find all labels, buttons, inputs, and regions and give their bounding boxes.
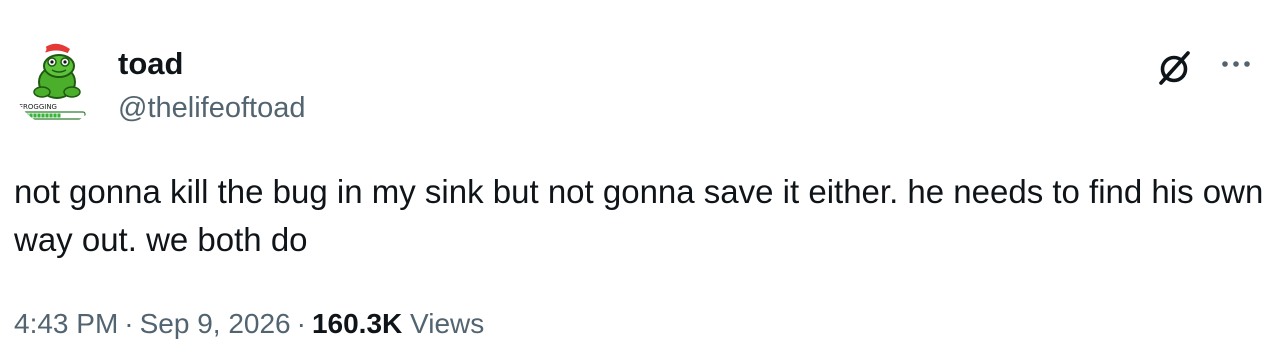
grok-button[interactable] [1150,44,1198,92]
tweet-date[interactable]: Sep 9, 2026 [140,308,291,339]
author-handle[interactable]: @thelifeoftoad [118,89,305,127]
author-display-name[interactable]: toad [118,44,183,84]
more-horizontal-icon [1222,61,1250,67]
views-label[interactable]: Views [410,308,484,339]
tweet-time[interactable]: 4:43 PM [14,308,118,339]
tweet-text: not gonna kill the bug in my sink but no… [14,173,1264,258]
views-count[interactable]: 160.3K [312,308,402,339]
meta-separator: · [296,308,306,339]
meta-separator: · [124,308,134,339]
frog-avatar-icon: FROGGING [18,43,86,120]
tweet-meta: 4:43 PM · Sep 9, 2026 · 160.3K Views [14,304,484,344]
more-options-button[interactable] [1212,44,1260,84]
grok-icon [1159,51,1190,85]
avatar[interactable]: FROGGING [14,40,100,126]
avatar-caption: FROGGING [19,103,57,111]
